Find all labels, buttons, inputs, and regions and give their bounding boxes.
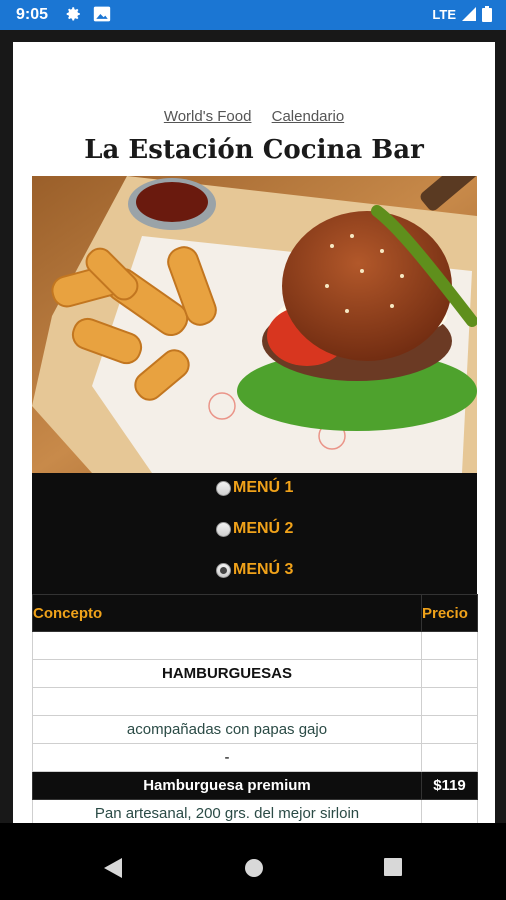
section-note: acompañadas con papas gajo [32, 715, 422, 744]
table-row [32, 687, 478, 716]
status-bar: 9:05 LTE [0, 0, 506, 30]
radio-button[interactable] [216, 521, 231, 537]
radio-label: MENÚ 2 [233, 520, 294, 537]
table-row: HAMBURGUESAS [32, 659, 478, 688]
menu-selector: MENÚ 1 MENÚ 2 MENÚ 3 [32, 473, 477, 594]
app-frame: World's Food Calendario La Estación Coci… [0, 30, 506, 823]
navigation-bar [0, 823, 506, 900]
top-nav-links: World's Food Calendario [13, 108, 495, 125]
back-icon[interactable] [104, 858, 122, 878]
table-row: - [32, 743, 478, 772]
signal-icon [462, 7, 476, 21]
table-header: Concepto Precio [32, 594, 478, 632]
separator-dash: - [32, 743, 422, 772]
network-type: LTE [432, 6, 456, 22]
section-title: HAMBURGUESAS [32, 659, 422, 688]
radio-label: MENÚ 1 [233, 479, 294, 496]
link-worlds-food[interactable]: World's Food [164, 108, 252, 125]
table-row [32, 631, 478, 660]
image-icon [93, 6, 111, 22]
page-title: La Estación Cocina Bar [84, 135, 424, 165]
radio-label: MENÚ 3 [233, 561, 294, 578]
home-icon[interactable] [244, 858, 264, 878]
header-concepto: Concepto [32, 594, 422, 632]
header-precio: Precio [421, 594, 478, 632]
item-name: Hamburguesa premium [32, 771, 422, 800]
hero-food-image [32, 176, 477, 473]
radio-button[interactable] [216, 480, 231, 496]
table-row-item: Hamburguesa premium $119 [32, 771, 478, 800]
radio-menu-1[interactable]: MENÚ 1 [216, 479, 293, 497]
radio-menu-3[interactable]: MENÚ 3 [216, 561, 293, 579]
settings-icon [66, 7, 80, 21]
table-row: Pan artesanal, 200 grs. del mejor sirloi… [32, 799, 478, 823]
burger-photo [32, 176, 477, 473]
web-page: World's Food Calendario La Estación Coci… [13, 42, 495, 823]
recents-icon[interactable] [384, 858, 402, 876]
status-time: 9:05 [16, 6, 49, 23]
table-row: acompañadas con papas gajo [32, 715, 478, 744]
item-description: Pan artesanal, 200 grs. del mejor sirloi… [32, 799, 422, 823]
battery-icon [482, 6, 492, 22]
menu-table: Concepto Precio HAMBURGUESAS acompañadas… [32, 594, 478, 823]
radio-menu-2[interactable]: MENÚ 2 [216, 520, 293, 538]
item-price: $119 [421, 771, 478, 800]
radio-button-selected[interactable] [216, 562, 231, 578]
link-calendario[interactable]: Calendario [272, 108, 345, 125]
